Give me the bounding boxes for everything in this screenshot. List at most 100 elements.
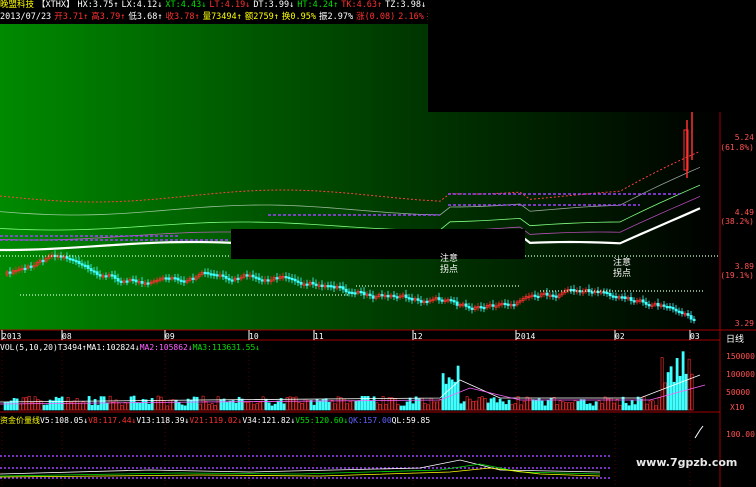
volume-bar	[177, 402, 181, 411]
volume-bar	[582, 399, 586, 411]
volume-bar	[447, 377, 451, 411]
volume-bar	[510, 404, 514, 411]
volume-bar	[42, 404, 46, 411]
price-axis-label: 5.24	[734, 133, 754, 142]
fund-line	[694, 425, 704, 439]
volume-bar	[351, 400, 355, 411]
candle-body	[113, 275, 117, 279]
volume-bar	[618, 404, 622, 411]
candle-body	[191, 277, 195, 280]
volume-bar	[198, 403, 202, 411]
volume-bar	[255, 402, 259, 411]
volume-bar	[75, 398, 79, 411]
candle-body	[260, 279, 264, 282]
candle-body	[8, 271, 12, 274]
annotation-line: 拐点	[613, 269, 632, 279]
volume-bar	[690, 373, 694, 411]
candle-body	[611, 295, 615, 298]
volume-bar	[423, 402, 427, 411]
volume-axis-label: 150000	[726, 352, 755, 361]
price-axis-label: 4.49	[734, 208, 754, 217]
volume-bar	[192, 396, 196, 411]
candle-body	[227, 278, 231, 281]
volume-bar	[378, 403, 382, 411]
volume-bar	[507, 399, 511, 411]
volume-bar	[300, 403, 304, 411]
blank-overlay-region	[428, 0, 756, 112]
candle-body	[452, 300, 456, 303]
volume-bar	[684, 373, 688, 411]
volume-bar	[111, 401, 115, 411]
volume-bar	[555, 404, 559, 411]
volume-bar	[216, 396, 220, 411]
volume-bar	[357, 400, 361, 411]
volume-bar	[426, 404, 430, 411]
volume-bar	[489, 398, 493, 411]
volume-bar	[408, 397, 412, 411]
candle-body	[344, 288, 348, 293]
volume-bar	[576, 401, 580, 411]
candle-body	[479, 306, 483, 309]
volume-bar	[57, 398, 61, 411]
candle-body	[83, 264, 87, 267]
volume-bar	[318, 400, 322, 411]
volume-bar	[624, 403, 628, 411]
volume-bar	[495, 402, 499, 411]
time-axis-label: 09	[165, 332, 175, 341]
candle-body	[209, 273, 213, 276]
volume-bar	[354, 401, 358, 411]
volume-bar	[222, 398, 226, 411]
volume-bar	[519, 404, 523, 411]
volume-bar	[441, 373, 445, 411]
volume-bar	[309, 400, 313, 411]
candle-body	[131, 278, 135, 282]
volume-bar	[159, 396, 163, 411]
volume-bar	[240, 398, 244, 411]
daily-period-tab[interactable]: 日线	[726, 332, 744, 345]
volume-bar	[474, 400, 478, 411]
volume-bar	[6, 401, 10, 411]
candle-body	[668, 306, 672, 309]
candle-body	[623, 296, 627, 299]
volume-bar	[462, 401, 466, 411]
price-axis-label: 3.89	[734, 262, 754, 271]
volume-bar	[306, 400, 310, 411]
volume-bar	[114, 399, 118, 411]
volume-bar	[561, 401, 565, 411]
candle-body	[341, 286, 345, 290]
volume-bar	[201, 395, 205, 411]
volume-bar	[72, 400, 76, 411]
candle-body	[662, 304, 666, 307]
candle-body	[506, 303, 510, 306]
header-field: V5:108.05↓	[40, 416, 89, 425]
time-axis-label: 11	[314, 332, 324, 341]
fund-line	[0, 467, 601, 478]
volume-bar	[213, 405, 217, 411]
volume-bar	[480, 396, 484, 411]
header-field: V8:117.44↓	[88, 416, 137, 425]
candle-body	[665, 306, 669, 309]
volume-bar	[570, 402, 574, 411]
volume-bar	[186, 398, 190, 411]
volume-bar	[648, 400, 652, 411]
volume-bar	[180, 404, 184, 411]
candle-body	[77, 261, 81, 265]
volume-bar	[558, 400, 562, 411]
volume-bar	[525, 396, 529, 411]
candle-body	[212, 273, 216, 276]
candle-body	[65, 256, 69, 259]
volume-bar	[270, 405, 274, 411]
candle-body	[89, 268, 93, 272]
volume-bar	[210, 403, 214, 411]
candle-body	[482, 306, 486, 310]
candle-body	[647, 304, 651, 307]
candle-body	[602, 291, 606, 294]
candle-body	[266, 279, 270, 282]
candle-body	[329, 285, 333, 288]
volume-bar	[120, 405, 124, 411]
volume-bar	[261, 396, 265, 411]
candle-body	[203, 271, 207, 275]
candle-body	[125, 280, 129, 283]
volume-bar	[174, 399, 178, 411]
candle-body	[23, 267, 27, 271]
